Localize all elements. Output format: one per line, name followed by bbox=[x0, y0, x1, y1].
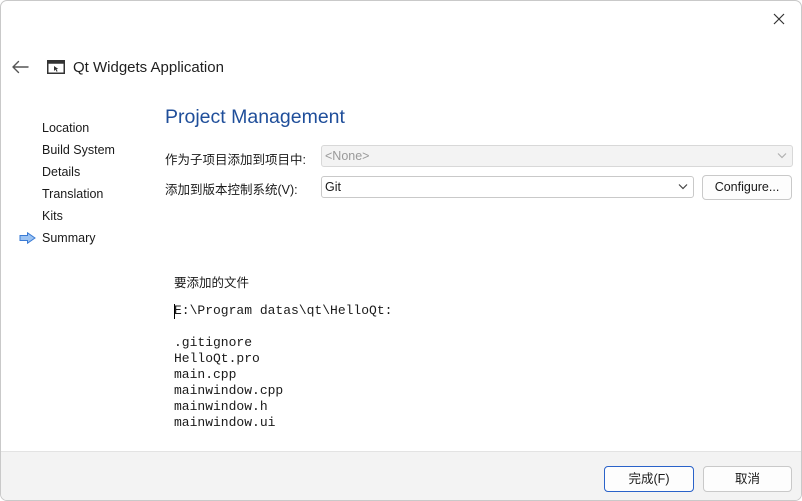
wizard-steps-sidebar: Location Build System Details Translatio… bbox=[1, 117, 151, 249]
sidebar-item-label: Location bbox=[42, 121, 90, 135]
sidebar-item-translation: Translation bbox=[1, 183, 151, 205]
wizard-window: Qt Widgets Application Location Build Sy… bbox=[0, 0, 802, 501]
back-arrow-icon bbox=[12, 60, 29, 74]
files-heading: 要添加的文件 bbox=[174, 276, 250, 290]
subproject-value: <None> bbox=[325, 149, 370, 163]
sidebar-item-label: Build System bbox=[42, 143, 115, 157]
sidebar-item-summary: Summary bbox=[1, 227, 151, 249]
vcs-label: 添加到版本控制系统(V): bbox=[165, 183, 298, 197]
list-item: .gitignore bbox=[174, 335, 253, 350]
finish-button[interactable]: 完成(F) bbox=[604, 466, 694, 492]
file-list: .gitignore HelloQt.pro main.cpp mainwind… bbox=[174, 335, 392, 431]
chevron-down-icon bbox=[678, 184, 688, 190]
files-summary: 要添加的文件 E:\Program datas\qt\HelloQt: .git… bbox=[174, 273, 392, 431]
qt-widgets-app-icon bbox=[47, 59, 65, 78]
project-path-text: E:\Program datas\qt\HelloQt: bbox=[174, 303, 393, 318]
sidebar-item-label: Details bbox=[42, 165, 81, 179]
sidebar-item-label: Kits bbox=[42, 209, 63, 223]
close-button[interactable] bbox=[763, 5, 795, 33]
chevron-down-icon bbox=[777, 153, 787, 159]
cancel-button[interactable]: 取消 bbox=[703, 466, 792, 492]
subproject-label: 作为子项目添加到项目中: bbox=[165, 153, 306, 167]
sidebar-item-build-system: Build System bbox=[1, 139, 151, 161]
subproject-combo: <None> bbox=[321, 145, 793, 167]
page-title: Project Management bbox=[165, 106, 345, 128]
list-item: mainwindow.ui bbox=[174, 415, 276, 430]
project-path: E:\Program datas\qt\HelloQt: bbox=[174, 303, 392, 319]
vcs-combo[interactable]: Git bbox=[321, 176, 694, 198]
back-button[interactable] bbox=[9, 55, 31, 79]
subproject-row: 作为子项目添加到项目中: <None> bbox=[165, 145, 793, 169]
window-title: Qt Widgets Application bbox=[73, 59, 224, 76]
sidebar-item-label: Translation bbox=[42, 187, 104, 201]
sidebar-item-location: Location bbox=[1, 117, 151, 139]
list-item: mainwindow.cpp bbox=[174, 383, 284, 398]
text-caret bbox=[174, 304, 175, 319]
sidebar-item-details: Details bbox=[1, 161, 151, 183]
current-step-arrow-icon bbox=[19, 232, 36, 244]
wizard-footer: 完成(F) 取消 bbox=[1, 451, 801, 500]
close-icon bbox=[773, 13, 785, 25]
sidebar-item-label: Summary bbox=[42, 231, 96, 245]
vcs-value: Git bbox=[325, 180, 341, 194]
list-item: mainwindow.h bbox=[174, 399, 268, 414]
wizard-header: Qt Widgets Application bbox=[1, 53, 801, 83]
sidebar-item-kits: Kits bbox=[1, 205, 151, 227]
list-item: HelloQt.pro bbox=[174, 351, 260, 366]
vcs-row: 添加到版本控制系统(V): Git Configure... bbox=[165, 175, 793, 200]
list-item: main.cpp bbox=[174, 367, 237, 382]
configure-button[interactable]: Configure... bbox=[702, 175, 792, 200]
